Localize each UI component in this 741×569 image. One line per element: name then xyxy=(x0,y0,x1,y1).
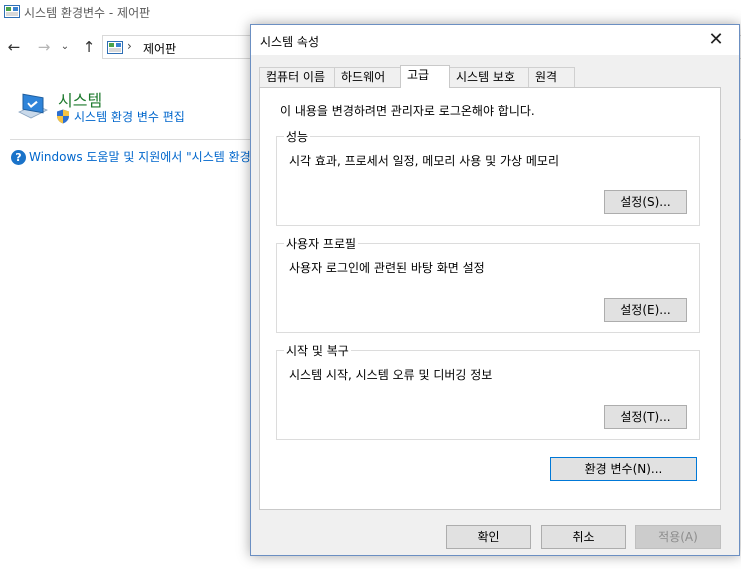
dialog-titlebar: 시스템 속성 ✕ xyxy=(251,25,739,55)
back-button[interactable]: ← xyxy=(4,33,24,61)
user-profiles-description: 사용자 로그인에 관련된 바탕 화면 설정 xyxy=(289,261,485,275)
performance-description: 시각 효과, 프로세서 일정, 메모리 사용 및 가상 메모리 xyxy=(289,154,559,168)
control-panel-icon xyxy=(4,5,20,18)
forward-button[interactable]: → xyxy=(34,33,54,61)
admin-note: 이 내용을 변경하려면 관리자로 로그온해야 합니다. xyxy=(280,104,535,118)
edit-system-env-vars-link[interactable]: 시스템 환경 변수 편집 xyxy=(74,108,185,125)
startup-recovery-settings-button[interactable]: 설정(T)... xyxy=(604,405,687,429)
tab-hardware[interactable]: 하드웨어 xyxy=(334,67,401,87)
user-profiles-group: 사용자 프로필 사용자 로그인에 관련된 바탕 화면 설정 설정(E)... xyxy=(276,235,700,333)
cancel-button[interactable]: 취소 xyxy=(541,525,626,549)
ok-button[interactable]: 확인 xyxy=(446,525,531,549)
uac-shield-icon xyxy=(57,109,69,124)
system-properties-dialog: 시스템 속성 ✕ 컴퓨터 이름 하드웨어 고급 시스템 보호 원격 이 내용을 … xyxy=(250,24,740,556)
close-icon[interactable]: ✕ xyxy=(693,25,739,55)
window-title: 시스템 환경변수 - 제어판 xyxy=(24,6,151,20)
system-computer-icon xyxy=(18,93,48,119)
recent-locations-chevron-icon[interactable]: ⌄ xyxy=(58,33,72,61)
environment-variables-button[interactable]: 환경 변수(N)... xyxy=(550,457,697,481)
tab-remote[interactable]: 원격 xyxy=(528,67,575,87)
apply-button[interactable]: 적용(A) xyxy=(635,525,721,549)
tab-advanced[interactable]: 고급 xyxy=(400,65,450,88)
user-profiles-group-label: 사용자 프로필 xyxy=(284,235,359,252)
up-button[interactable]: ↑ xyxy=(79,33,99,61)
startup-recovery-group: 시작 및 복구 시스템 시작, 시스템 오류 및 디버깅 정보 설정(T)... xyxy=(276,342,700,440)
advanced-tab-panel: 이 내용을 변경하려면 관리자로 로그온해야 합니다. 성능 시각 효과, 프로… xyxy=(259,87,721,510)
breadcrumb[interactable]: 제어판 xyxy=(143,40,176,57)
tab-strip: 컴퓨터 이름 하드웨어 고급 시스템 보호 원격 xyxy=(259,65,739,88)
breadcrumb-separator: › xyxy=(127,39,132,53)
dialog-title: 시스템 속성 xyxy=(260,35,320,49)
help-icon: ? xyxy=(11,150,26,165)
control-panel-icon xyxy=(107,41,123,54)
tab-system-protection[interactable]: 시스템 보호 xyxy=(449,67,529,87)
performance-group-label: 성능 xyxy=(284,128,311,145)
tab-computer-name[interactable]: 컴퓨터 이름 xyxy=(259,67,335,87)
performance-group: 성능 시각 효과, 프로세서 일정, 메모리 사용 및 가상 메모리 설정(S)… xyxy=(276,128,700,226)
startup-recovery-description: 시스템 시작, 시스템 오류 및 디버깅 정보 xyxy=(289,368,493,382)
windows-help-link[interactable]: Windows 도움말 및 지원에서 "시스템 환경 xyxy=(29,148,251,165)
window-titlebar: 시스템 환경변수 - 제어판 xyxy=(0,0,741,24)
startup-recovery-group-label: 시작 및 복구 xyxy=(284,342,351,359)
user-profiles-settings-button[interactable]: 설정(E)... xyxy=(604,298,687,322)
performance-settings-button[interactable]: 설정(S)... xyxy=(604,190,687,214)
